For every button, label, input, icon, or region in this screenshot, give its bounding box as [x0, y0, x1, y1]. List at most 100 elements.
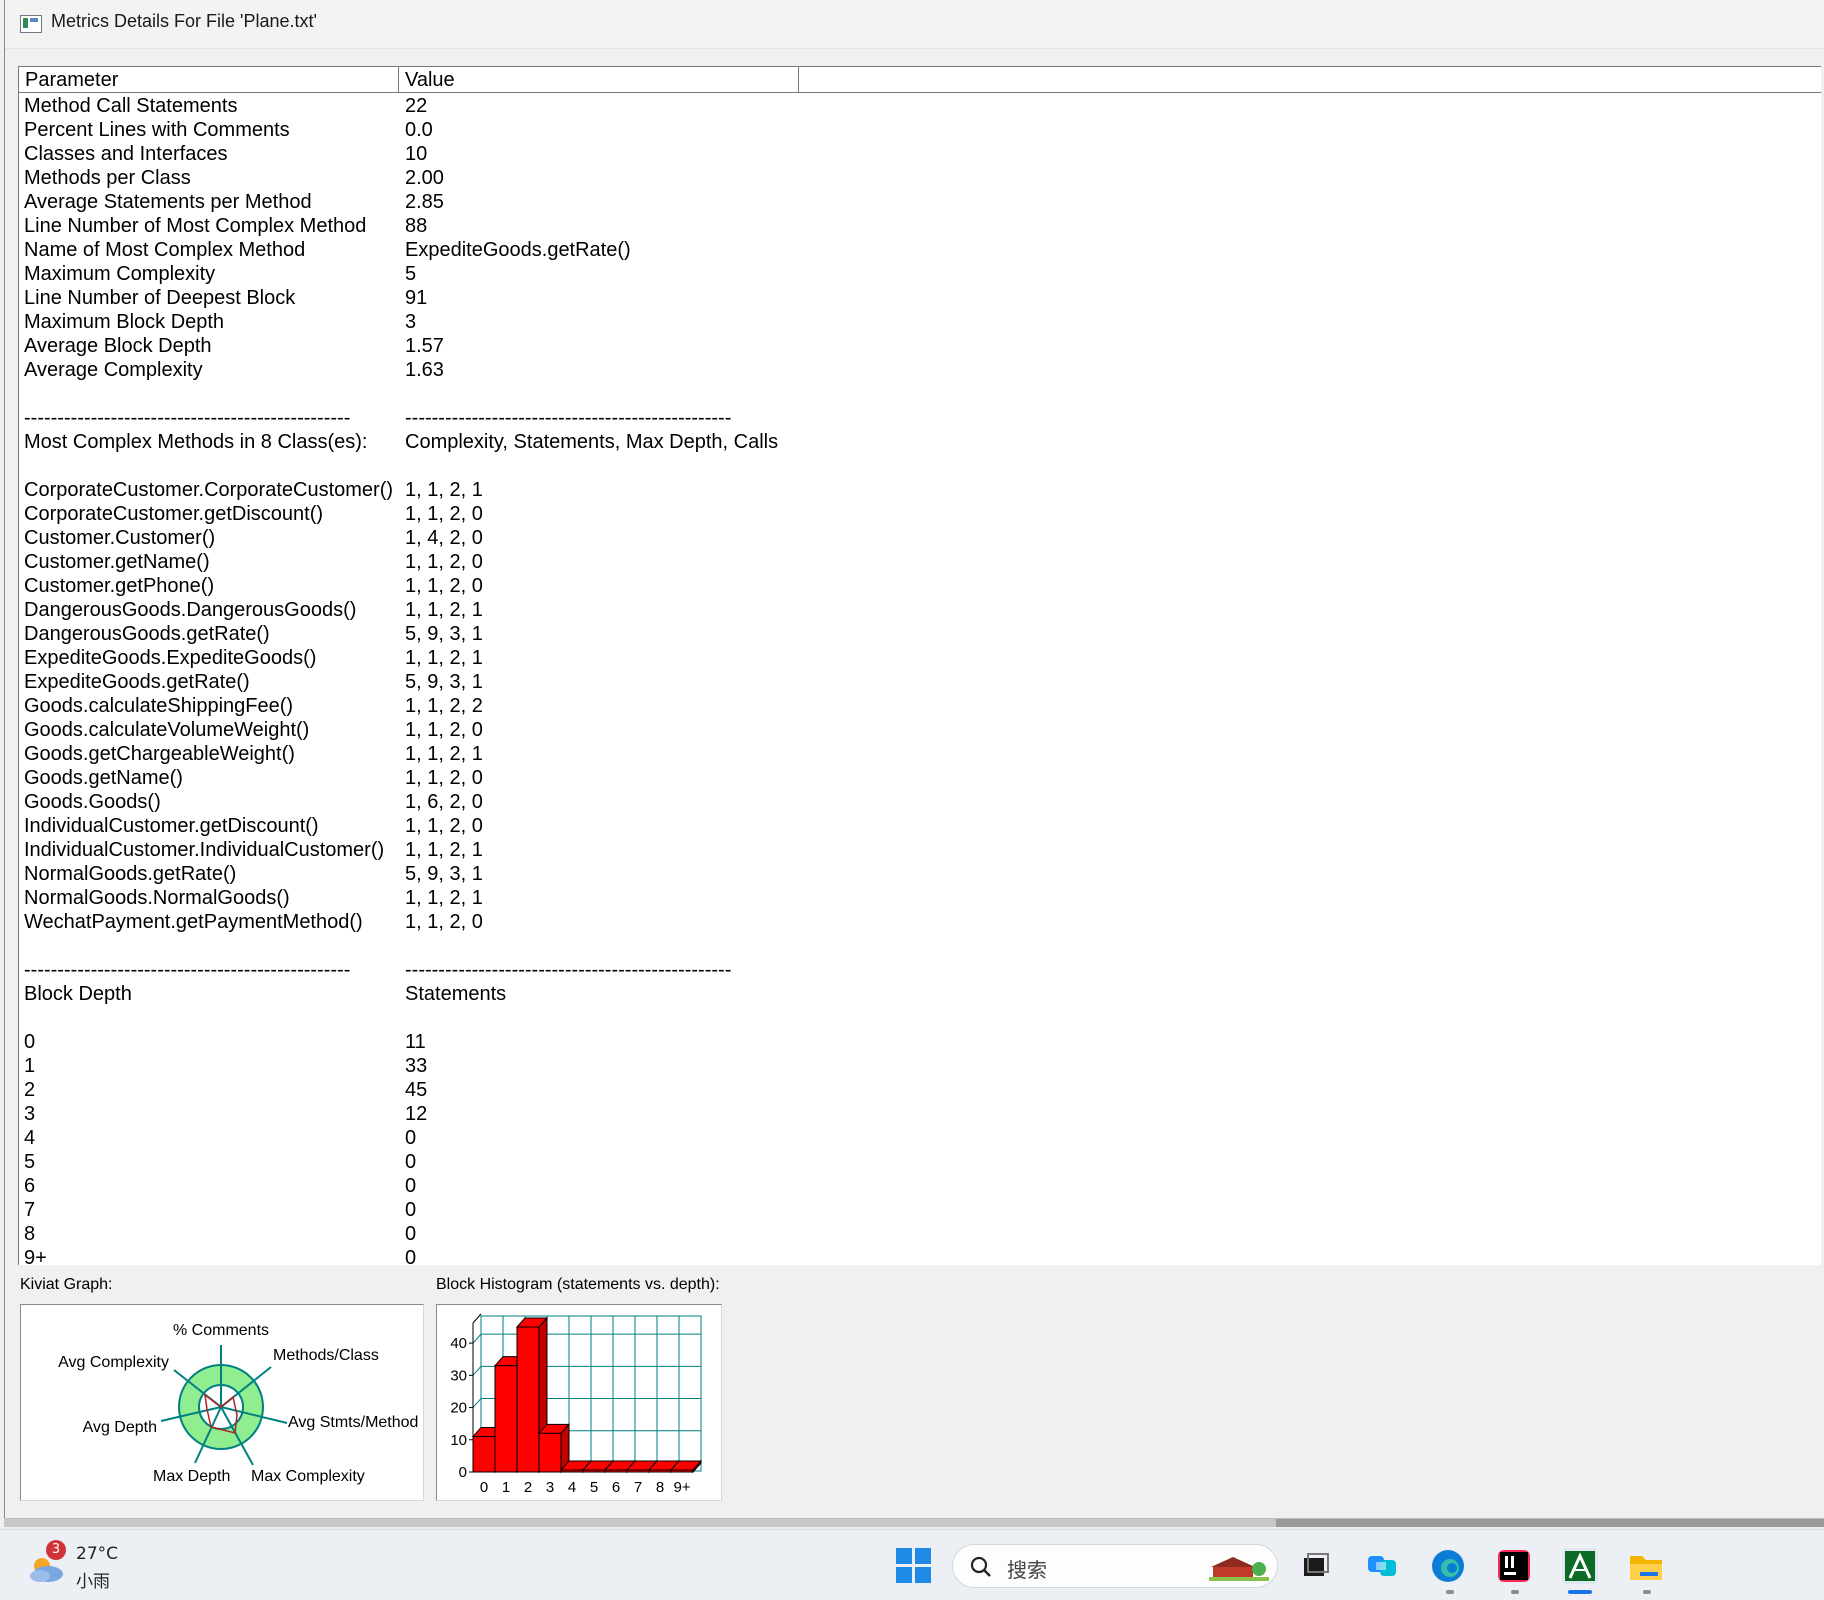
table-row[interactable]: Name of Most Complex Method ExpediteGoods…: [19, 238, 1819, 262]
table-row[interactable]: [19, 934, 1819, 958]
sourcemonitor-icon[interactable]: [1560, 1546, 1600, 1586]
value-cell: 0: [405, 1127, 417, 1149]
table-body: Method Call Statements 22 Percent Lines wi…: [19, 94, 1819, 1265]
value-cell: 1, 1, 2, 1: [405, 647, 483, 669]
table-row[interactable]: Line Number of Most Complex Method 88: [19, 214, 1819, 238]
column-header-value[interactable]: Value: [399, 67, 799, 92]
table-row[interactable]: NormalGoods.NormalGoods() 1, 1, 2, 1: [19, 886, 1819, 910]
table-row[interactable]: 2 45: [19, 1078, 1819, 1102]
y-tick-label: 0: [459, 1464, 467, 1481]
horizontal-scrollbar[interactable]: [4, 1518, 1824, 1527]
taskbar-search-box[interactable]: 搜索: [952, 1544, 1278, 1588]
parameter-cell: 6: [24, 1175, 36, 1197]
task-view-icon[interactable]: [1295, 1546, 1335, 1586]
table-row[interactable]: Customer.getName() 1, 1, 2, 0: [19, 550, 1819, 574]
parameter-cell: Goods.calculateShippingFee(): [24, 695, 294, 717]
table-row[interactable]: ExpediteGoods.getRate() 5, 9, 3, 1: [19, 670, 1819, 694]
table-row[interactable]: DangerousGoods.DangerousGoods() 1, 1, 2, …: [19, 598, 1819, 622]
metrics-table[interactable]: Parameter Value Method Call Statements 22…: [18, 66, 1821, 1265]
table-row[interactable]: 40: [19, 1126, 1819, 1150]
table-row[interactable]: ----------------------------------------…: [19, 406, 1819, 430]
table-row[interactable]: 3 12: [19, 1102, 1819, 1126]
value-cell: 1, 1, 2, 1: [405, 743, 483, 765]
parameter-cell: Goods.getName(): [24, 767, 183, 789]
table-row[interactable]: Methods per Class 2.00: [19, 166, 1819, 190]
table-row[interactable]: 80: [19, 1222, 1819, 1246]
column-header-parameter[interactable]: Parameter: [19, 67, 399, 92]
table-row[interactable]: Classes and Interfaces 10: [19, 142, 1819, 166]
histogram-bar: [582, 1469, 606, 1473]
kiviat-axis-avg-complexity: Avg Complexity: [58, 1354, 169, 1371]
table-row[interactable]: WechatPayment.getPaymentMethod() 1, 1, 2,…: [19, 910, 1819, 934]
value-cell: 1.63: [405, 359, 444, 381]
value-cell: 1, 1, 2, 1: [405, 599, 483, 621]
table-row[interactable]: 0 11: [19, 1030, 1819, 1054]
table-row[interactable]: Goods.Goods() 1, 6, 2, 0: [19, 790, 1819, 814]
histogram-hgrid-depth: [472, 1366, 482, 1376]
title-bar[interactable]: Metrics Details For File 'Plane.txt': [5, 0, 1824, 49]
table-row[interactable]: Average Complexity 1.63: [19, 358, 1819, 382]
start-icon[interactable]: [896, 1548, 932, 1584]
parameter-cell: Method Call Statements: [24, 95, 238, 117]
value-cell: 0: [405, 1151, 417, 1173]
file-explorer-icon[interactable]: [1626, 1546, 1666, 1586]
parameter-cell: ----------------------------------------…: [24, 959, 351, 981]
table-row[interactable]: Customer.Customer() 1, 4, 2, 0: [19, 526, 1819, 550]
value-cell: 3: [405, 311, 417, 333]
parameter-cell: Customer.Customer(): [24, 527, 216, 549]
x-tick-label: 1: [502, 1479, 510, 1496]
weather-description[interactable]: 小雨: [76, 1567, 110, 1592]
table-row[interactable]: Most Complex Methods in 8 Class(es): Comp…: [19, 430, 1819, 454]
table-row[interactable]: Average Statements per Method 2.85: [19, 190, 1819, 214]
x-tick-label: 7: [634, 1479, 642, 1496]
table-row[interactable]: Goods.calculateShippingFee() 1, 1, 2, 2: [19, 694, 1819, 718]
table-row[interactable]: Method Call Statements 22: [19, 94, 1819, 118]
table-row[interactable]: CorporateCustomer.CorporateCustomer() 1, …: [19, 478, 1819, 502]
table-row[interactable]: Line Number of Deepest Block 91: [19, 286, 1819, 310]
x-tick-label: 6: [612, 1479, 620, 1496]
kiviat-axis-comments: % Comments: [173, 1322, 269, 1339]
parameter-cell: Goods.calculateVolumeWeight(): [24, 719, 310, 741]
weather-temperature[interactable]: 27°C: [76, 1544, 118, 1564]
table-row[interactable]: Goods.getName() 1, 1, 2, 0: [19, 766, 1819, 790]
table-row[interactable]: Goods.calculateVolumeWeight() 1, 1, 2, 0: [19, 718, 1819, 742]
scrollbar-track-end[interactable]: [1276, 1519, 1824, 1527]
table-row[interactable]: DangerousGoods.getRate() 5, 9, 3, 1: [19, 622, 1819, 646]
table-row[interactable]: Customer.getPhone() 1, 1, 2, 0: [19, 574, 1819, 598]
table-row[interactable]: 70: [19, 1198, 1819, 1222]
table-row[interactable]: Average Block Depth 1.57: [19, 334, 1819, 358]
table-row[interactable]: [19, 382, 1819, 406]
table-row[interactable]: [19, 454, 1819, 478]
table-row[interactable]: ExpediteGoods.ExpediteGoods() 1, 1, 2, 1: [19, 646, 1819, 670]
x-tick-label: 5: [590, 1479, 598, 1496]
parameter-cell: IndividualCustomer.getDiscount(): [24, 815, 319, 837]
table-row[interactable]: IndividualCustomer.getDiscount() 1, 1, 2,…: [19, 814, 1819, 838]
table-row[interactable]: 9+ 0: [19, 1246, 1819, 1265]
y-tick-label: 30: [450, 1367, 467, 1384]
table-row[interactable]: 60: [19, 1174, 1819, 1198]
parameter-cell: Line Number of Most Complex Method: [24, 215, 367, 237]
value-cell: 1, 1, 2, 0: [405, 575, 483, 597]
table-row[interactable]: ----------------------------------------…: [19, 958, 1819, 982]
table-row[interactable]: NormalGoods.getRate() 5, 9, 3, 1: [19, 862, 1819, 886]
edge-icon[interactable]: [1428, 1546, 1468, 1586]
value-cell: 1, 1, 2, 0: [405, 911, 483, 933]
sourcemonitor-active-indicator: [1568, 1590, 1592, 1594]
y-tick-label: 40: [450, 1335, 467, 1352]
copilot-icon[interactable]: [1362, 1546, 1402, 1586]
table-row[interactable]: Block Depth Statements: [19, 982, 1819, 1006]
table-row[interactable]: CorporateCustomer.getDiscount() 1, 1, 2, …: [19, 502, 1819, 526]
table-row[interactable]: 1 33: [19, 1054, 1819, 1078]
intellij-icon[interactable]: [1494, 1546, 1534, 1586]
value-cell: 0: [405, 1223, 417, 1245]
table-row[interactable]: Maximum Block Depth 3: [19, 310, 1819, 334]
table-row[interactable]: [19, 1006, 1819, 1030]
search-icon: [970, 1556, 991, 1577]
table-row[interactable]: Maximum Complexity 5: [19, 262, 1819, 286]
table-row[interactable]: Goods.getChargeableWeight() 1, 1, 2, 1: [19, 742, 1819, 766]
table-row[interactable]: Percent Lines with Comments 0.0: [19, 118, 1819, 142]
histogram-svg: 0102030400 1 2 3 4 5 6 7 8 9+: [450, 1313, 703, 1496]
table-row[interactable]: 50: [19, 1150, 1819, 1174]
table-row[interactable]: IndividualCustomer.IndividualCustomer() 1…: [19, 838, 1819, 862]
table-header: Parameter Value: [19, 67, 1821, 93]
